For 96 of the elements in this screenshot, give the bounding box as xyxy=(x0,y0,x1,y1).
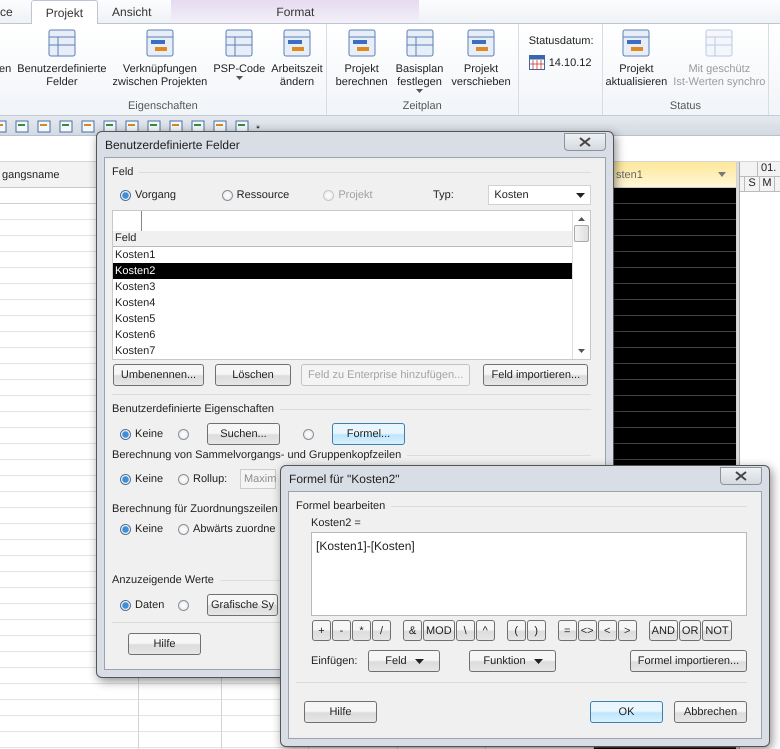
section-label: Anzuzeigende Werte xyxy=(112,574,214,586)
caret-icon xyxy=(416,89,423,93)
radio-button[interactable]: Keine xyxy=(120,473,170,485)
dialog-title: Formel für "Kosten2" xyxy=(289,472,400,486)
caret-icon xyxy=(534,658,543,664)
ribbon-button[interactable]: Projekt berechnen xyxy=(332,27,391,89)
close-icon xyxy=(579,136,591,146)
dialog-button[interactable]: Suchen... xyxy=(207,423,280,445)
close-button[interactable] xyxy=(720,466,762,484)
close-icon xyxy=(735,470,747,480)
ribbon-button[interactable]: Benutzerdefinierte Felder xyxy=(14,27,110,89)
list-item[interactable]: Kosten3 xyxy=(113,279,572,295)
caret-icon xyxy=(576,192,585,198)
help-button[interactable]: Hilfe xyxy=(128,633,201,655)
radio-button[interactable]: Abwärts zuordne xyxy=(178,523,276,535)
operator-button[interactable]: * xyxy=(352,620,371,641)
operator-button[interactable]: <> xyxy=(578,620,597,641)
import-button[interactable]: Formel importieren... xyxy=(630,650,747,672)
timescale-week: 01. xyxy=(760,162,776,176)
radio-button[interactable]: Vorgang xyxy=(120,189,222,201)
group-label: Zeitplan xyxy=(402,100,443,114)
radio-button[interactable] xyxy=(303,428,314,440)
ribbon-tab[interactable]: ce xyxy=(0,0,27,23)
dropdown-button[interactable]: Funktion xyxy=(469,650,556,672)
section-label: Berechnung von Sammelvorgangs- und Gruppenkopfzeilen xyxy=(112,449,402,461)
type-dropdown[interactable]: Kosten xyxy=(488,185,591,205)
group-label: Formel bearbeiten xyxy=(296,500,386,512)
radio-button[interactable] xyxy=(178,600,189,610)
dialog-button[interactable]: Grafische Sy xyxy=(207,594,278,616)
group-label: Eigenschaften xyxy=(126,100,199,114)
timescale-day: M xyxy=(760,177,775,191)
scroll-up-arrow-icon[interactable] xyxy=(578,217,585,221)
status-date-label: Statusdatum: xyxy=(528,35,594,47)
caret-icon xyxy=(414,658,424,664)
operator-button[interactable]: AND xyxy=(648,620,678,641)
timescale-day: S xyxy=(745,177,760,191)
ribbon-button[interactable]: Projekt verschieben xyxy=(448,27,514,89)
scroll-down-arrow-icon[interactable] xyxy=(578,349,585,353)
ribbon-button[interactable]: Arbeitszeit ändern xyxy=(268,27,326,89)
list-item[interactable]: Kosten5 xyxy=(113,311,572,327)
operator-button[interactable]: - xyxy=(332,620,351,641)
section-label: Benutzerdefinierte Eigenschaften xyxy=(112,403,274,415)
type-label: Typ: xyxy=(432,189,455,201)
group-label: Feld xyxy=(112,166,134,178)
radio-button[interactable]: Keine xyxy=(120,428,170,440)
table-grid-icon xyxy=(46,27,78,59)
dialog-button[interactable]: Abbrechen xyxy=(674,701,747,723)
filter-caret-icon[interactable] xyxy=(718,172,726,177)
dropdown-button[interactable]: Feld xyxy=(368,650,440,672)
dialog-button[interactable]: OK xyxy=(590,701,663,723)
operator-button[interactable]: = xyxy=(558,620,577,641)
operator-button[interactable]: > xyxy=(618,620,637,641)
insert-label: Einfügen: xyxy=(311,655,358,667)
dialog-button[interactable]: Feld importieren... xyxy=(483,364,588,386)
operator-button[interactable]: OR xyxy=(678,620,702,641)
list-header: Feld xyxy=(113,231,572,247)
ribbon-button[interactable]: Basisplan festlegen xyxy=(392,27,446,93)
ribbon-tab[interactable]: Format xyxy=(171,0,420,23)
list-item[interactable]: Kosten2 xyxy=(113,263,572,279)
radio-button[interactable]: Rollup: xyxy=(178,473,228,485)
radio-button[interactable]: Ressource xyxy=(222,189,324,201)
ribbon-button[interactable]: Projekt aktualisieren xyxy=(602,27,670,89)
caret-icon xyxy=(236,76,243,80)
dialog-button[interactable]: Hilfe xyxy=(304,701,377,723)
list-item[interactable]: Kosten4 xyxy=(113,295,572,311)
dialog-button[interactable]: Löschen xyxy=(215,364,291,386)
close-button[interactable] xyxy=(564,132,606,150)
operator-button[interactable]: ) xyxy=(526,620,546,641)
formula-label: Kosten2 = xyxy=(310,517,362,529)
ribbon-button[interactable]: Verknüpfungen zwischen Projekten xyxy=(110,27,210,89)
operator-button[interactable]: < xyxy=(598,620,617,641)
list-item[interactable]: Kosten7 xyxy=(113,343,572,359)
status-date-value[interactable]: 14.10.12 xyxy=(548,56,592,68)
radio-button[interactable]: Daten xyxy=(120,599,170,611)
operator-button[interactable]: + xyxy=(312,620,331,641)
radio-button[interactable] xyxy=(178,428,189,440)
dialog-button[interactable]: Umbenennen... xyxy=(113,364,204,386)
operator-button[interactable]: & xyxy=(403,620,422,641)
ribbon-button[interactable]: PSP-Code xyxy=(210,27,268,80)
scrollbar-thumb[interactable] xyxy=(574,225,589,242)
operator-button[interactable]: NOT xyxy=(702,620,732,641)
group-label: Status xyxy=(668,100,702,114)
dialog-title: Benutzerdefinierte Felder xyxy=(105,138,240,152)
list-item[interactable]: Kosten6 xyxy=(113,327,572,343)
operator-button[interactable]: \ xyxy=(456,620,475,641)
section-label: Berechnung für Zuordnungszeilen xyxy=(112,503,278,515)
formula-input[interactable]: [Kosten1]-[Kosten] xyxy=(311,532,747,616)
operator-button[interactable]: ^ xyxy=(476,620,495,641)
ribbon-tab[interactable]: Projekt xyxy=(30,0,98,24)
radio-button[interactable]: Keine xyxy=(120,523,170,535)
ribbon-tab[interactable]: Ansicht xyxy=(98,0,166,23)
operator-button[interactable]: MOD xyxy=(423,620,455,641)
list-item[interactable]: Kosten1 xyxy=(113,247,572,263)
dialog-button[interactable]: Formel... xyxy=(332,423,405,445)
operator-button[interactable]: ( xyxy=(506,620,526,641)
operator-button[interactable]: / xyxy=(372,620,391,641)
